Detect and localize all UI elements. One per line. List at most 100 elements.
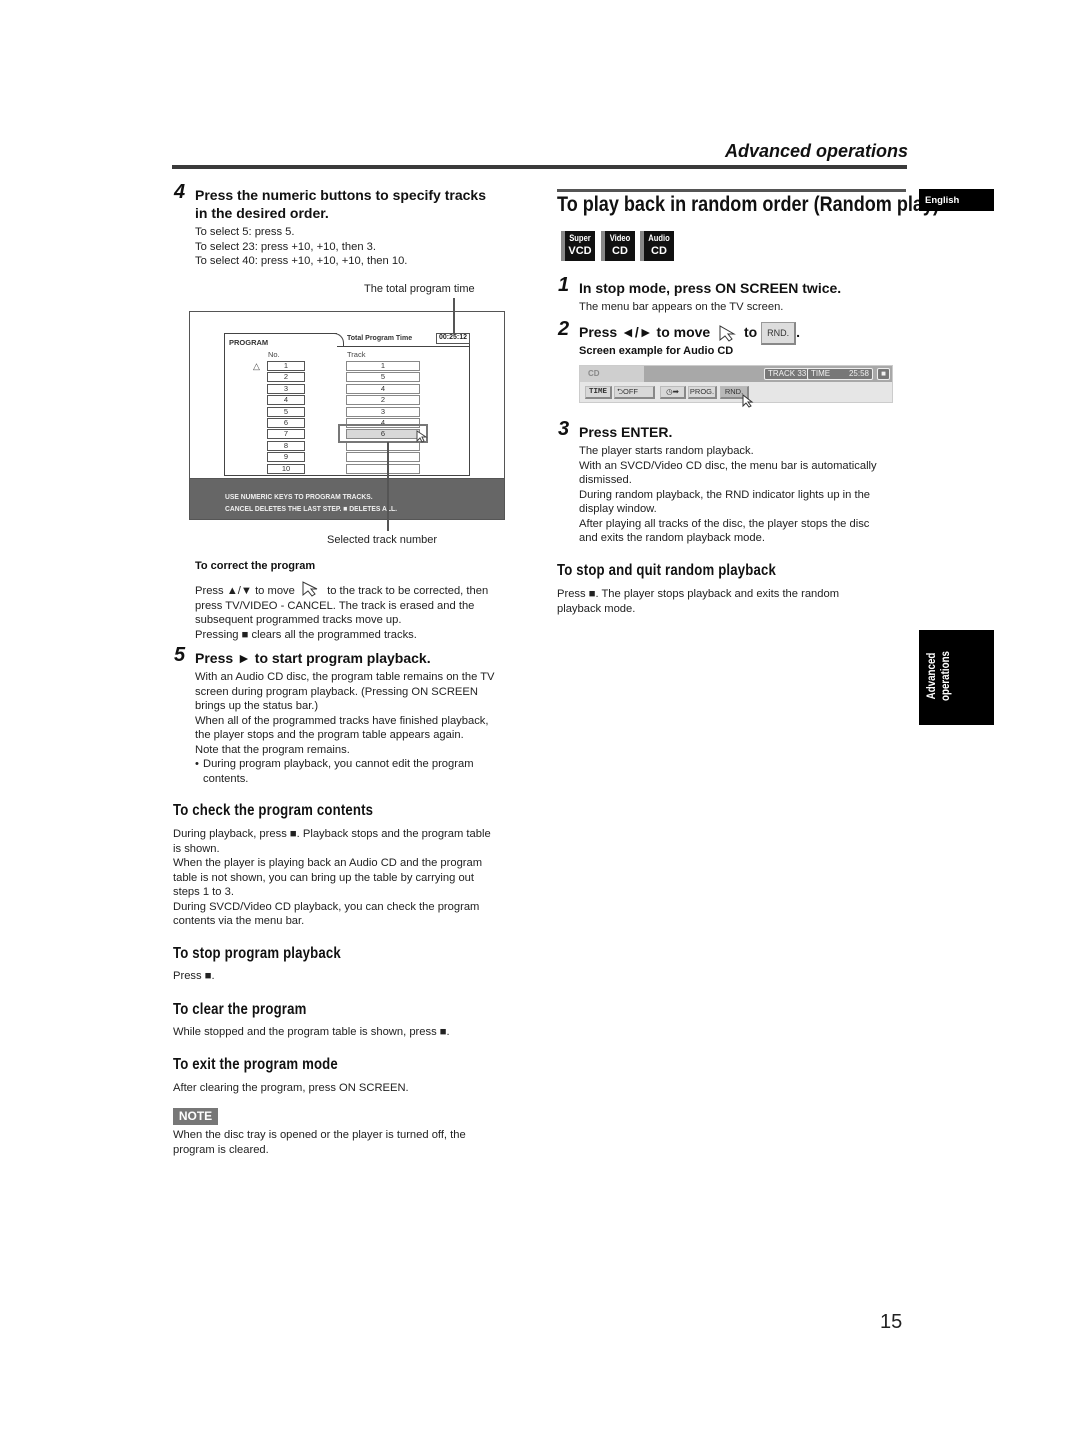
step-3-body: The player starts random playback. With … (579, 444, 877, 546)
program-track-cell[interactable] (346, 452, 420, 462)
step-5-line: the player stops and the program table a… (195, 729, 464, 741)
random-section-title: To play back in random order (Random pla… (557, 193, 940, 216)
correct-line-3: subsequent programmed tracks move up. (195, 614, 402, 626)
disc-badge-bottom: VCD (568, 245, 592, 257)
program-no-cell: 10 (267, 464, 305, 474)
col-no-header: No. (268, 350, 280, 359)
note-badge: NOTE (173, 1108, 218, 1125)
random-section-rule (557, 189, 906, 192)
step-1-number: 1 (558, 274, 570, 296)
repeat-label: OFF (623, 387, 639, 396)
step-1-heading: In stop mode, press ON SCREEN twice. (579, 280, 842, 296)
program-tab-label: PROGRAM (229, 338, 269, 347)
check-line: contents via the menu bar. (173, 915, 305, 927)
program-no-cell: 6 (267, 418, 305, 428)
menu-time-button[interactable]: TIME (585, 386, 612, 399)
program-track-cell[interactable]: 1 (346, 361, 420, 371)
check-body: During playback, press ■. Playback stops… (173, 827, 491, 929)
message-line-2: CANCEL DELETES THE LAST STEP. ■ DELETES … (225, 504, 397, 513)
step-3-line: The player starts random playback. (579, 445, 754, 457)
callout-selected-track: Selected track number (327, 534, 438, 546)
step-3-line: dismissed. (579, 474, 632, 486)
check-line: table is not shown, you can bring up the… (173, 871, 475, 884)
screen-example-label: Screen example for Audio CD (579, 345, 734, 357)
step-4-body: To select 5: press 5. To select 23: pres… (195, 225, 407, 269)
step-4-heading-line2: in the desired order. (195, 205, 329, 221)
program-no-cell: 9 (267, 452, 305, 462)
total-time-value: 00:25:12 (436, 333, 470, 344)
step-3-line: With an SVCD/Video CD disc, the menu bar… (579, 459, 877, 472)
correct-line-4: Pressing ■ clears all the programmed tra… (195, 628, 417, 641)
menu-prog-button[interactable]: PROG. (688, 386, 717, 399)
step-3-line: During random playback, the RND indicato… (579, 488, 871, 501)
clock-arrow-icon: ◷➡ (666, 387, 679, 396)
disc-badge-svcd: Super VCD (561, 231, 595, 261)
step-4-line: To select 23: press +10, +10, then 3. (195, 240, 376, 253)
program-track-cell[interactable]: 4 (346, 384, 420, 394)
side-tab-line-2: operations (940, 651, 952, 701)
disc-badge-top: Video (609, 233, 631, 244)
page-number: 15 (880, 1311, 903, 1333)
stop-body: Press ■. (173, 970, 215, 982)
header-rule (172, 165, 907, 169)
time-indicator: TIME 25:58 (807, 368, 873, 380)
exit-body: After clearing the program, press ON SCR… (173, 1082, 409, 1094)
message-line-1: USE NUMERIC KEYS TO PROGRAM TRACKS. (225, 492, 373, 501)
step-5-line: Note that the program remains. (195, 743, 350, 756)
track-indicator: TRACK 33 (764, 368, 811, 380)
step-4-line: To select 5: press 5. (195, 226, 295, 238)
side-tab-text: Advanced operations (925, 636, 953, 716)
program-track-cell[interactable]: 2 (346, 395, 420, 405)
exit-heading: To exit the program mode (173, 1056, 338, 1073)
menu-timer-button[interactable]: ◷➡ (660, 386, 686, 399)
note-line: When the disc tray is opened or the play… (173, 1129, 466, 1141)
side-tab-advanced-operations: Advanced operations (919, 630, 994, 725)
time-label: TIME (811, 369, 831, 378)
program-header-line (337, 346, 470, 347)
step-3-line: display window. (579, 503, 657, 515)
col-track-header: Track (347, 350, 366, 359)
step-5-line: brings up the status bar.) (195, 700, 319, 712)
step-5-bullet: • During program playback, you cannot ed… (195, 757, 495, 786)
step-2-number: 2 (558, 318, 570, 340)
step-4-line: To select 40: press +10, +10, +10, then … (195, 255, 408, 267)
program-no-cell: 5 (267, 407, 305, 417)
step-2-heading-b: to (743, 324, 758, 341)
correct-line-1: Press ▲/▼ to move to the track to be cor… (195, 581, 488, 599)
scroll-up-icon[interactable]: △ (253, 361, 260, 372)
disc-badge-top: Audio (648, 233, 670, 244)
program-no-cell: 1 (267, 361, 305, 371)
program-track-cell[interactable]: 5 (346, 372, 420, 382)
program-no-cell: 3 (267, 384, 305, 394)
side-tab-line-1: Advanced (926, 652, 938, 700)
correct-body: Press ▲/▼ to move to the track to be cor… (195, 581, 488, 642)
stop-icon: ■ (877, 368, 890, 380)
step-5-line: screen during program playback. (Pressin… (195, 685, 478, 698)
step-3-line: After playing all tracks of the disc, th… (579, 517, 870, 530)
check-line: During SVCD/Video CD playback, you can c… (173, 900, 480, 913)
step-4-heading: Press the numeric buttons to specify tra… (195, 186, 486, 222)
clear-body: While stopped and the program table is s… (173, 1026, 450, 1038)
clear-heading: To clear the program (173, 1001, 307, 1018)
disc-badge-top: Super (569, 233, 591, 244)
check-line: During playback, press ■. Playback stops… (173, 828, 491, 840)
quit-line: Press ■. The player stops playback and e… (557, 588, 840, 600)
disc-badge-bottom: CD (651, 245, 667, 257)
program-track-cell[interactable] (346, 464, 420, 474)
bullet-icon: • (195, 758, 199, 770)
step-5-heading: Press ► to start program playback. (195, 650, 431, 666)
check-line: is shown. (173, 842, 220, 855)
callout-line-top (453, 298, 455, 333)
step-1-body: The menu bar appears on the TV screen. (579, 301, 784, 313)
disc-badge-vcd: Video CD (601, 231, 635, 261)
step-2-heading-end: . (796, 324, 800, 341)
check-line: When the player is playing back an Audio… (173, 857, 483, 869)
step-5-line: With an Audio CD disc, the program table… (195, 671, 495, 683)
quit-random-body: Press ■. The player stops playback and e… (557, 587, 839, 616)
bullet-line-1: During program playback, you cannot edit… (203, 758, 474, 770)
program-track-cell[interactable]: 3 (346, 407, 420, 417)
correct-line-1b: to the track to be corrected, then (327, 585, 489, 597)
menu-repeat-button[interactable]: ⮌OFF (614, 386, 655, 399)
correct-line-2: press TV/VIDEO - CANCEL. The track is er… (195, 599, 475, 612)
quit-random-heading: To stop and quit random playback (557, 562, 776, 579)
